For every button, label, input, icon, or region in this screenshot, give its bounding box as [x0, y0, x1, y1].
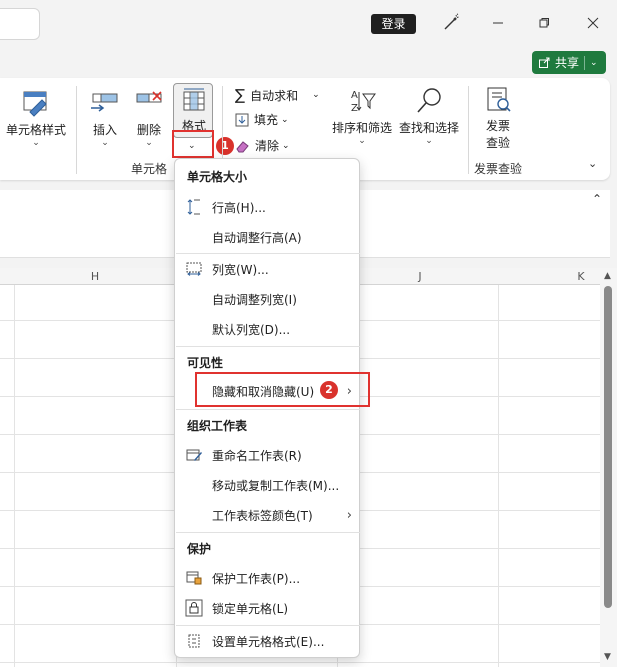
format-chevron-down-icon[interactable]: ⌄: [188, 141, 196, 151]
autosum-button[interactable]: ∑ 自动求和 ⌄: [235, 86, 320, 104]
fill-button[interactable]: 填充 ⌄: [235, 111, 289, 128]
chevron-down-icon: ⌄: [282, 140, 290, 151]
section-protect: 保护: [187, 542, 212, 556]
title-bar: 登录: [0, 0, 617, 48]
invoice-group-label: 发票查验: [474, 162, 523, 176]
insert-icon: [91, 93, 118, 112]
column-header-j[interactable]: J: [385, 268, 455, 285]
section-organize: 组织工作表: [187, 419, 248, 433]
rename-sheet-icon: [186, 449, 202, 461]
chevron-down-icon: ⌄: [312, 90, 320, 100]
invoice-icon: [487, 87, 511, 112]
step-badge-2: 2: [320, 381, 338, 399]
menu-item-autofit-row[interactable]: 自动调整行高(A): [176, 223, 360, 251]
scroll-up-icon[interactable]: ▲: [604, 271, 611, 281]
minimize-icon[interactable]: [487, 12, 509, 34]
find-select-button[interactable]: 查找和选择 ⌄: [397, 86, 461, 146]
row-height-icon: [187, 199, 200, 215]
column-header-h[interactable]: H: [60, 268, 130, 285]
clear-button[interactable]: 清除 ⌄: [235, 137, 290, 154]
svg-text:Z: Z: [351, 103, 358, 114]
lock-icon: [185, 599, 203, 617]
format-cells-icon: [188, 634, 200, 648]
insert-button[interactable]: 插入 ⌄: [88, 88, 122, 148]
restore-icon[interactable]: [533, 12, 555, 34]
cell-style-icon: [23, 91, 47, 117]
chevron-up-icon[interactable]: ⌃: [592, 192, 602, 206]
eraser-icon: [236, 140, 249, 152]
protect-sheet-icon: [186, 571, 202, 585]
menu-item-protect-sheet[interactable]: 保护工作表(P)...: [176, 564, 360, 592]
chevron-down-icon[interactable]: ⌄: [590, 58, 598, 68]
step-badge-1: 1: [216, 137, 234, 155]
magic-wand-icon[interactable]: [440, 12, 462, 34]
menu-item-col-width[interactable]: 列宽(W)...: [176, 255, 360, 283]
chevron-right-icon: ›: [346, 507, 352, 523]
scrollbar-thumb[interactable]: [604, 286, 612, 608]
hide-unhide-highlight: [195, 372, 370, 407]
col-width-icon: [186, 262, 202, 276]
sort-filter-button[interactable]: A Z 排序和筛选 ⌄: [330, 86, 394, 146]
menu-item-default-width[interactable]: 默认列宽(D)...: [176, 315, 360, 343]
section-cell-size: 单元格大小: [187, 170, 248, 184]
search-icon: [417, 88, 441, 113]
svg-text:A: A: [351, 90, 358, 101]
menu-item-rename-sheet[interactable]: 重命名工作表(R): [176, 441, 360, 469]
menu-item-autofit-col[interactable]: 自动调整列宽(I): [176, 285, 360, 313]
ribbon-collapse-chevron-icon[interactable]: ⌄: [588, 157, 597, 170]
invoice-verify-button[interactable]: 发票 查验: [478, 86, 518, 151]
share-label: 共享: [555, 56, 580, 70]
scroll-down-icon[interactable]: ▼: [604, 652, 611, 662]
delete-icon: [136, 91, 162, 103]
fill-down-icon: [235, 113, 249, 126]
sort-filter-icon: A Z: [351, 90, 376, 114]
close-icon[interactable]: [582, 12, 604, 34]
sigma-icon: ∑: [235, 86, 246, 104]
format-icon: [183, 88, 205, 111]
search-box[interactable]: [0, 8, 40, 40]
cell-style-button[interactable]: 单元格样式 ⌄: [4, 88, 68, 148]
share-button[interactable]: 共享 ⌄: [532, 51, 606, 74]
vertical-scrollbar[interactable]: ▲ ▼: [600, 268, 617, 667]
login-button[interactable]: 登录: [371, 14, 416, 34]
format-dropdown-menu: 单元格大小 行高(H)... 自动调整行高(A) 列宽(W)... 自动调整列宽…: [174, 158, 360, 658]
menu-item-move-copy[interactable]: 移动或复制工作表(M)...: [176, 471, 360, 499]
chevron-down-icon: ⌄: [281, 114, 289, 125]
menu-item-format-cells[interactable]: 设置单元格格式(E)...: [176, 627, 360, 655]
cells-group-label: 单元格: [131, 162, 168, 176]
menu-item-tab-color[interactable]: 工作表标签颜色(T) ›: [176, 501, 360, 529]
delete-button[interactable]: 删除 ⌄: [132, 88, 166, 148]
menu-item-lock-cell[interactable]: 锁定单元格(L): [176, 594, 360, 622]
menu-item-row-height[interactable]: 行高(H)...: [176, 193, 360, 221]
share-icon: [539, 57, 550, 68]
section-visibility: 可见性: [187, 356, 224, 370]
